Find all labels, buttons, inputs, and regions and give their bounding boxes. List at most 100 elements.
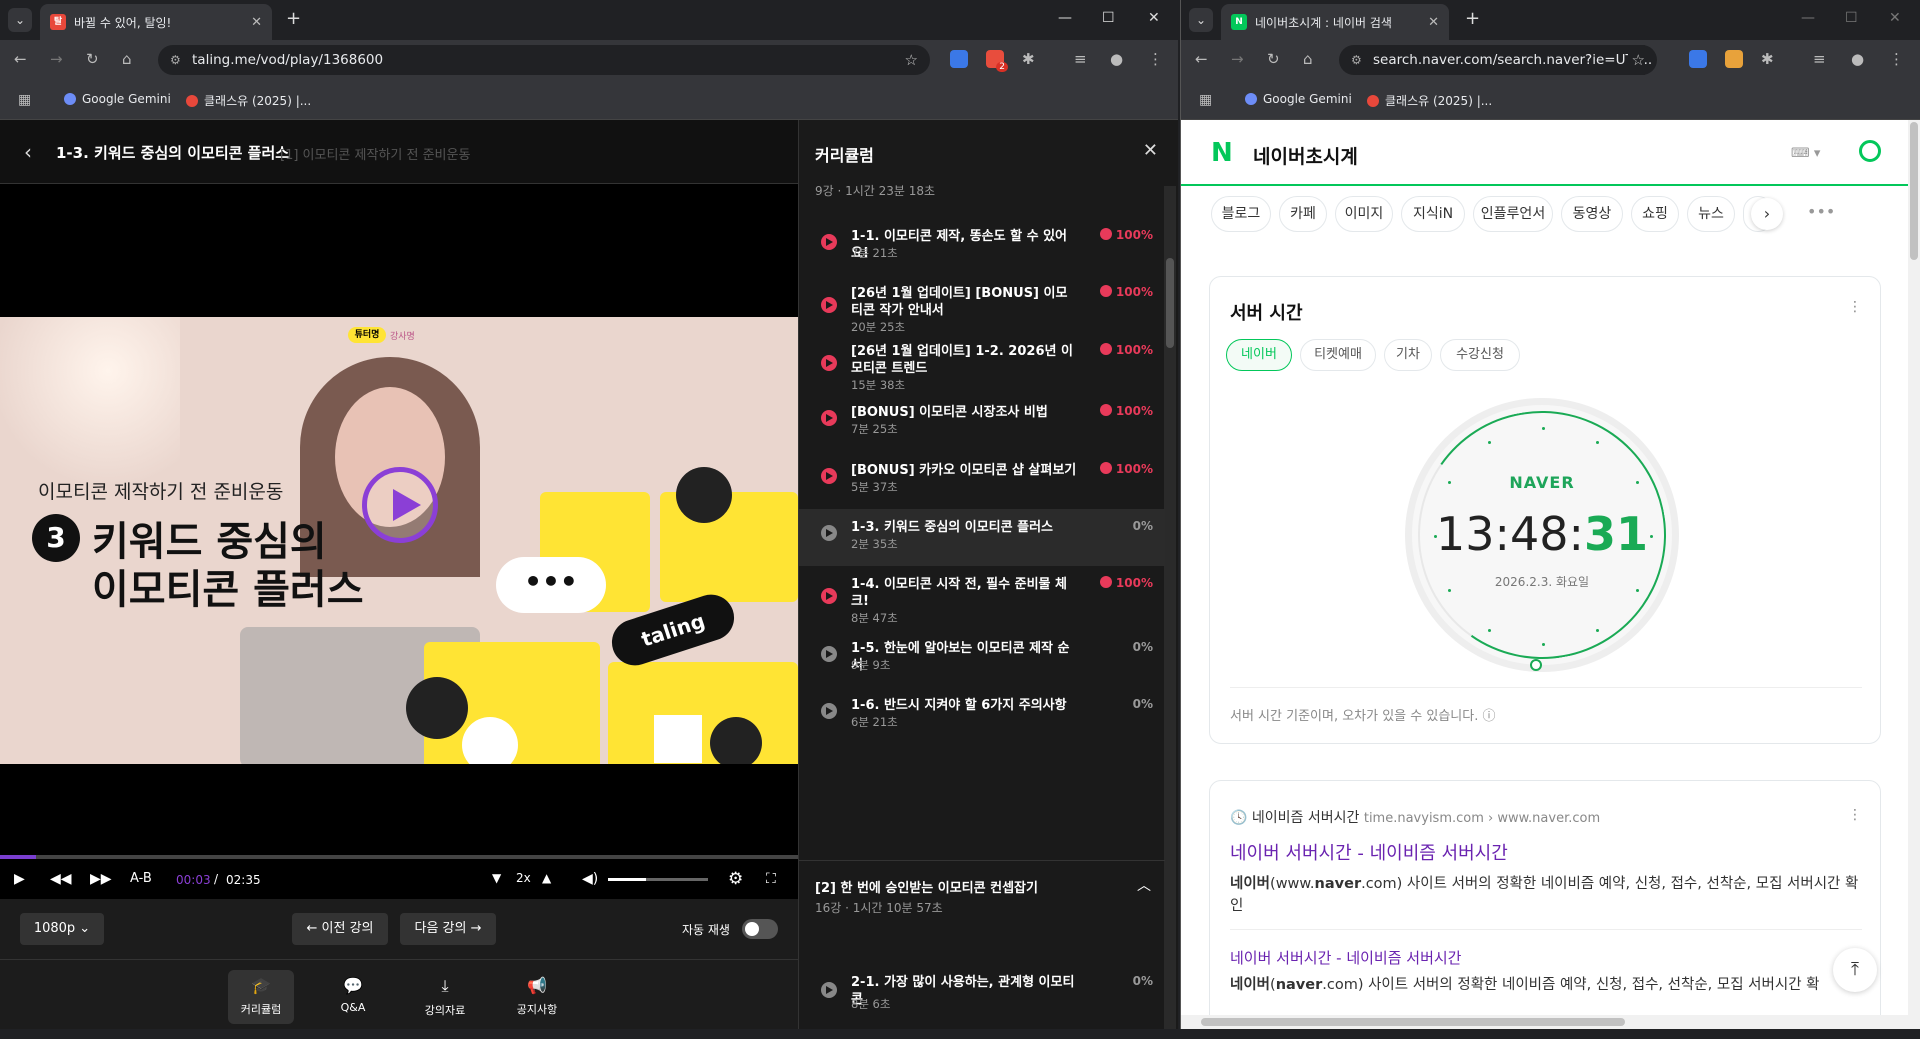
minimize-icon[interactable]: — (1058, 10, 1072, 26)
media-icon[interactable]: ≡ (1813, 50, 1826, 68)
fullscreen-icon[interactable]: ⛶ (766, 871, 776, 887)
autoplay-toggle[interactable] (742, 919, 778, 939)
search-tab-chip[interactable]: 쇼핑 (1631, 196, 1679, 232)
scroll-thumb[interactable] (1201, 1018, 1625, 1026)
nav-qa[interactable]: 💬 Q&A (320, 970, 386, 1024)
chevron-up-icon[interactable]: ︿ (1137, 875, 1151, 895)
bookmark-gemini[interactable]: Google Gemini (1245, 92, 1352, 106)
close-tab-icon[interactable]: ✕ (1428, 15, 1439, 30)
curriculum-scrollbar[interactable] (1164, 186, 1176, 1029)
naver-logo-icon[interactable]: N (1211, 140, 1237, 166)
media-icon[interactable]: ≡ (1074, 50, 1087, 68)
speed-down-icon[interactable]: ▼ (492, 871, 501, 885)
new-tab-icon[interactable]: + (1465, 8, 1480, 29)
ab-repeat-button[interactable]: A-B (130, 871, 152, 886)
site-info-icon[interactable]: ⚙ (1351, 45, 1362, 75)
bookmark-gemini[interactable]: Google Gemini (64, 92, 171, 106)
bookmark-star-icon[interactable]: ☆ (1627, 45, 1645, 75)
video-player[interactable]: 튜터명 강사명 이모티콘 제작하기 전 준비운동 3 키워드 중심의 이모티콘 … (0, 184, 798, 855)
fast-forward-icon[interactable]: ▶▶ (90, 871, 112, 887)
home-icon[interactable]: ⌂ (1303, 50, 1313, 68)
nav-notices[interactable]: 📢 공지사항 (504, 970, 570, 1024)
new-tab-icon[interactable]: + (286, 8, 301, 29)
play-icon[interactable]: ▶ (14, 871, 25, 887)
profile-icon[interactable]: ● (1110, 50, 1123, 68)
search-tab-chip[interactable]: 인플루언서 (1473, 196, 1553, 232)
extension-icon-2[interactable] (1725, 50, 1743, 68)
result2-title[interactable]: 네이버 서버시간 - 네이비즘 서버시간 (1230, 947, 1462, 968)
back-icon[interactable]: ← (14, 50, 27, 68)
bookmark-star-icon[interactable]: ☆ (905, 45, 918, 75)
search-tab-chip[interactable]: 뉴스 (1687, 196, 1735, 232)
tab-search-button[interactable]: ⌄ (8, 8, 32, 32)
scroll-thumb[interactable] (1166, 258, 1174, 348)
result-menu-icon[interactable]: ⋮ (1848, 807, 1862, 823)
apps-grid-icon[interactable]: ▦ (1199, 92, 1212, 108)
volume-icon[interactable]: ◀) (582, 871, 598, 887)
bookmark-classu[interactable]: 클래스유 (2025) |... (1367, 92, 1492, 109)
scroll-thumb[interactable] (1910, 122, 1918, 260)
list-item[interactable]: 1-4. 이모티콘 시작 전, 필수 준비물 체크! 8분 47초 100% (799, 566, 1165, 630)
address-bar[interactable]: ⚙ taling.me/vod/play/1368600 ☆ (158, 45, 930, 75)
tab-naver[interactable]: N 네이버초시계 : 네이버 검색 ✕ (1221, 4, 1449, 40)
close-window-icon[interactable]: ✕ (1889, 10, 1901, 26)
list-item[interactable]: [BONUS] 카카오 이모티콘 샵 살펴보기 5분 37초 100% (799, 452, 1165, 509)
bookmark-classu[interactable]: 클래스유 (2025) |... (186, 92, 311, 109)
search-tab-chip[interactable]: 이미지 (1335, 196, 1393, 232)
list-item[interactable]: 1-6. 반드시 지켜야 할 6가지 주의사항 6분 21초 0% (799, 687, 1165, 744)
tab-taling[interactable]: 탈 바뀔 수 있어, 탈잉! ✕ (40, 4, 272, 40)
reload-icon[interactable]: ↻ (1267, 50, 1280, 68)
rewind-icon[interactable]: ◀◀ (50, 871, 72, 887)
chevron-right-icon[interactable]: › (1751, 198, 1783, 230)
profile-icon[interactable]: ● (1851, 50, 1864, 68)
search-icon[interactable] (1859, 140, 1881, 162)
extension-icon[interactable] (950, 50, 968, 68)
prev-lecture-button[interactable]: ← 이전 강의 (292, 913, 388, 945)
close-tab-icon[interactable]: ✕ (251, 15, 262, 30)
search-tab-chip[interactable]: 지식iN (1401, 196, 1465, 232)
result-site[interactable]: 🕓 네이비즘 서버시간 time.navyism.com › www.naver… (1230, 807, 1600, 827)
close-window-icon[interactable]: ✕ (1148, 10, 1160, 26)
search-tab-chip[interactable]: 동영상 (1561, 196, 1623, 232)
result-title[interactable]: 네이버 서버시간 - 네이비즘 서버시간 (1230, 839, 1508, 865)
forward-icon[interactable]: → (50, 50, 63, 68)
volume-slider[interactable] (608, 878, 708, 881)
maximize-icon[interactable]: ☐ (1102, 10, 1115, 26)
extension-icon[interactable] (1689, 50, 1707, 68)
apps-grid-icon[interactable]: ▦ (18, 92, 31, 108)
menu-icon[interactable]: ⋮ (1889, 50, 1904, 68)
reload-icon[interactable]: ↻ (86, 50, 99, 68)
home-icon[interactable]: ⌂ (122, 50, 132, 68)
play-overlay-icon[interactable] (362, 467, 438, 543)
list-item[interactable]: 1-3. 키워드 중심의 이모티콘 플러스 2분 35초 0% (799, 509, 1165, 566)
tab-search-button[interactable]: ⌄ (1189, 8, 1213, 32)
list-item[interactable]: 1-1. 이모티콘 제작, 똥손도 할 수 있어요! 7분 21초 100% (799, 218, 1165, 275)
search-query[interactable]: 네이버초시계 (1253, 142, 1358, 169)
search-tab-chip[interactable]: 블로그 (1211, 196, 1271, 232)
subtab-ticket[interactable]: 티켓예매 (1300, 339, 1376, 371)
quality-select[interactable]: 1080p ⌄ (20, 913, 104, 945)
more-icon[interactable]: ••• (1807, 202, 1835, 221)
subtab-course[interactable]: 수강신청 (1440, 339, 1520, 371)
section-2-header[interactable]: [2] 한 번에 승인받는 이모티콘 컨셉잡기 16강 · 1시간 10분 57… (799, 860, 1165, 920)
list-item[interactable]: 1-5. 한눈에 알아보는 이모티콘 제작 순서 9분 9초 0% (799, 630, 1165, 687)
minimize-icon[interactable]: — (1801, 10, 1815, 26)
list-item[interactable]: 2-1. 가장 많이 사용하는, 관계형 이모티콘 8분 6초 0% (799, 960, 1165, 1020)
extensions-puzzle-icon[interactable]: ✱ (1761, 50, 1774, 68)
card-menu-icon[interactable]: ⋮ (1848, 299, 1862, 315)
subtab-train[interactable]: 기차 (1384, 339, 1432, 371)
maximize-icon[interactable]: ☐ (1845, 10, 1858, 26)
back-icon[interactable]: ← (1195, 50, 1208, 68)
extension-badge-icon[interactable]: 2 (986, 50, 1008, 72)
page-scrollbar[interactable] (1908, 120, 1920, 1029)
subtab-naver[interactable]: 네이버 (1226, 339, 1292, 371)
menu-icon[interactable]: ⋮ (1148, 50, 1163, 68)
nav-materials[interactable]: ⤓ 강의자료 (412, 970, 478, 1024)
list-item[interactable]: [26년 1월 업데이트] 1-2. 2026년 이모티콘 트렌드 15분 38초… (799, 333, 1165, 394)
nav-curriculum[interactable]: 🎓 커리큘럼 (228, 970, 294, 1024)
search-tab-chip[interactable]: 카페 (1279, 196, 1327, 232)
speed-up-icon[interactable]: ▲ (542, 871, 551, 885)
next-lecture-button[interactable]: 다음 강의 → (400, 913, 496, 945)
list-item[interactable]: [26년 1월 업데이트] [BONUS] 이모티콘 작가 안내서 20분 25초… (799, 275, 1165, 334)
scroll-to-top-button[interactable]: ⤒ (1833, 948, 1877, 992)
